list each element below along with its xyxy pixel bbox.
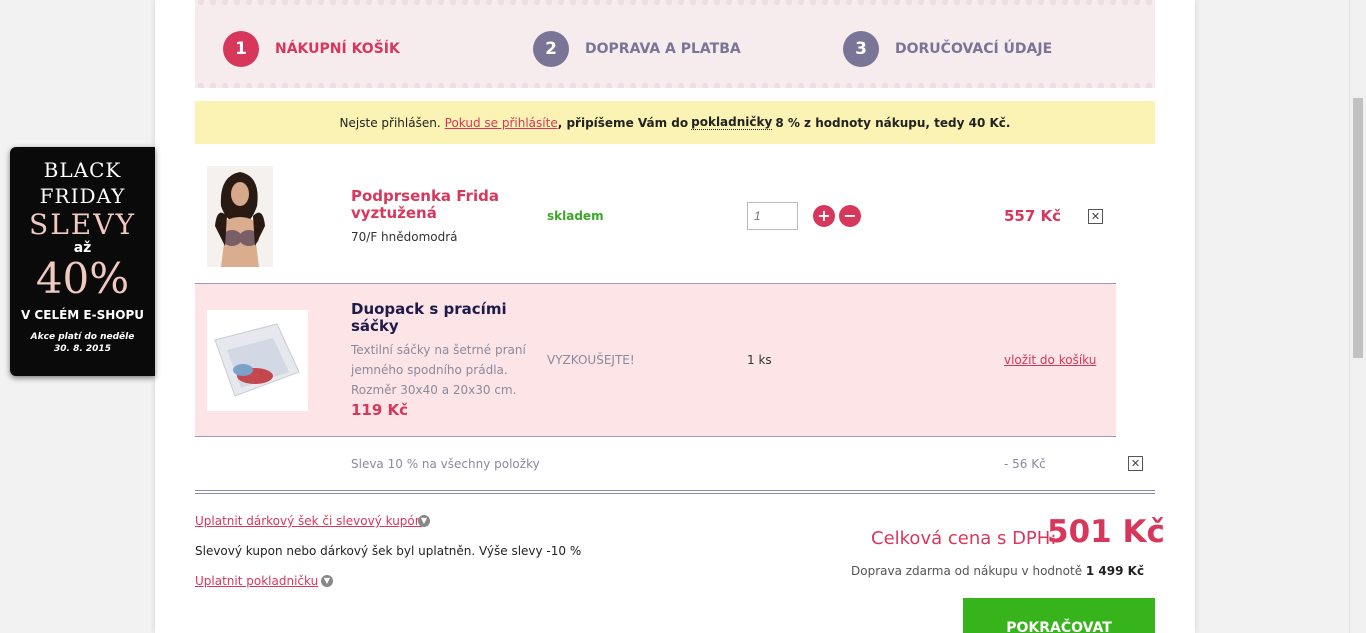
remove-discount-icon[interactable]: ✕: [1128, 456, 1143, 471]
piggy-bank-term: pokladničky: [691, 115, 773, 130]
divider: [195, 490, 1155, 494]
free-shipping-info: Doprava zdarma od nákupu v hodnotě 1 499…: [851, 564, 1144, 578]
increase-qty-button[interactable]: +: [813, 205, 835, 227]
quantity-input[interactable]: [747, 202, 798, 230]
promo-line: až: [73, 240, 92, 256]
upsell-item-duopack: Duopack s pracími sáčky Textilní sáčky n…: [195, 284, 1116, 437]
product-name[interactable]: Duopack s pracími sáčky: [351, 301, 521, 335]
scrollbar[interactable]: [1349, 0, 1366, 633]
product-variant: 70/F hnědomodrá: [351, 230, 458, 244]
promo-line: FRIDAY: [39, 184, 126, 208]
promo-line: BLACK: [43, 158, 122, 182]
step-delivery[interactable]: 3 DORUČOVACÍ ÚDAJE: [843, 31, 1052, 67]
cart-item-bra: Podprsenka Frida vyztužená 70/F hnědomod…: [195, 146, 1116, 284]
discount-value: - 56 Kč: [1004, 457, 1046, 471]
step-shipping[interactable]: 2 DOPRAVA A PLATBA: [533, 31, 741, 67]
apply-piggy-bank-link[interactable]: Uplatnit pokladničku: [195, 574, 318, 588]
promo-line: V CELÉM E-SHOPU: [20, 308, 145, 322]
total-price: 501 Kč: [1047, 514, 1165, 550]
continue-button[interactable]: POKRAČOVAT: [963, 598, 1155, 633]
step-number: 2: [533, 31, 569, 67]
promo-percent: 40%: [35, 254, 130, 303]
step-number: 3: [843, 31, 879, 67]
total-label: Celková cena s DPH:: [871, 528, 1057, 549]
black-friday-banner[interactable]: BLACK FRIDAY SLEVY až 40% V CELÉM E-SHOP…: [10, 147, 155, 376]
product-price: 119 Kč: [351, 401, 409, 419]
promo-line: SLEVY: [29, 208, 136, 241]
promo-validity: Akce platí do neděle: [30, 332, 135, 342]
quantity-text: 1 ks: [747, 353, 772, 367]
decrease-qty-button[interactable]: −: [839, 205, 861, 227]
product-price: 557 Kč: [1004, 207, 1062, 225]
chevron-down-icon[interactable]: ▼: [418, 515, 430, 527]
discount-row: Sleva 10 % na všechny položky - 56 Kč ✕: [195, 437, 1155, 489]
chevron-down-icon[interactable]: ▼: [321, 575, 333, 587]
step-number: 1: [223, 31, 259, 67]
step-cart[interactable]: 1 NÁKUPNÍ KOŠÍK: [223, 31, 400, 67]
coupon-applied-info: Slevový kupon nebo dárkový šek byl uplat…: [195, 544, 582, 558]
notice-prefix: Nejste přihlášen.: [339, 115, 441, 130]
step-label: DOPRAVA A PLATBA: [585, 41, 741, 57]
add-to-cart-link[interactable]: vložit do košíku: [1004, 353, 1096, 367]
step-label: DORUČOVACÍ ÚDAJE: [895, 41, 1053, 57]
product-description: Textilní sáčky na šetrné praní jemného s…: [351, 343, 526, 397]
product-name[interactable]: Podprsenka Frida vyztužená: [351, 188, 521, 222]
scrollbar-thumb[interactable]: [1353, 98, 1363, 358]
product-image-duopack[interactable]: [207, 310, 308, 411]
discount-label: Sleva 10 % na všechny položky: [351, 457, 540, 471]
product-image-bra[interactable]: [207, 166, 273, 267]
try-it-tag: VYZKOUŠEJTE!: [547, 353, 635, 367]
login-notice: Nejste přihlášen. Pokud se přihlásíte, p…: [195, 101, 1155, 144]
promo-date: 30. 8. 2015: [54, 344, 111, 354]
page-container: 1 NÁKUPNÍ KOŠÍK 2 DOPRAVA A PLATBA 3 DOR…: [155, 0, 1195, 633]
notice-suffix: 8 % z hodnoty nákupu, tedy 40 Kč.: [775, 115, 1011, 130]
step-label: NÁKUPNÍ KOŠÍK: [275, 41, 400, 57]
apply-coupon-link[interactable]: Uplatnit dárkový šek či slevový kupón: [195, 514, 422, 528]
shipping-threshold: 1 499 Kč: [1085, 564, 1145, 578]
notice-middle: , připíšeme Vám do: [557, 115, 689, 130]
checkout-steps: 1 NÁKUPNÍ KOŠÍK 2 DOPRAVA A PLATBA 3 DOR…: [195, 0, 1155, 88]
shipping-text: Doprava zdarma od nákupu v hodnotě: [851, 564, 1083, 578]
remove-item-icon[interactable]: ✕: [1088, 209, 1103, 224]
login-link[interactable]: Pokud se přihlásíte: [445, 116, 558, 130]
stock-status: skladem: [547, 209, 604, 223]
